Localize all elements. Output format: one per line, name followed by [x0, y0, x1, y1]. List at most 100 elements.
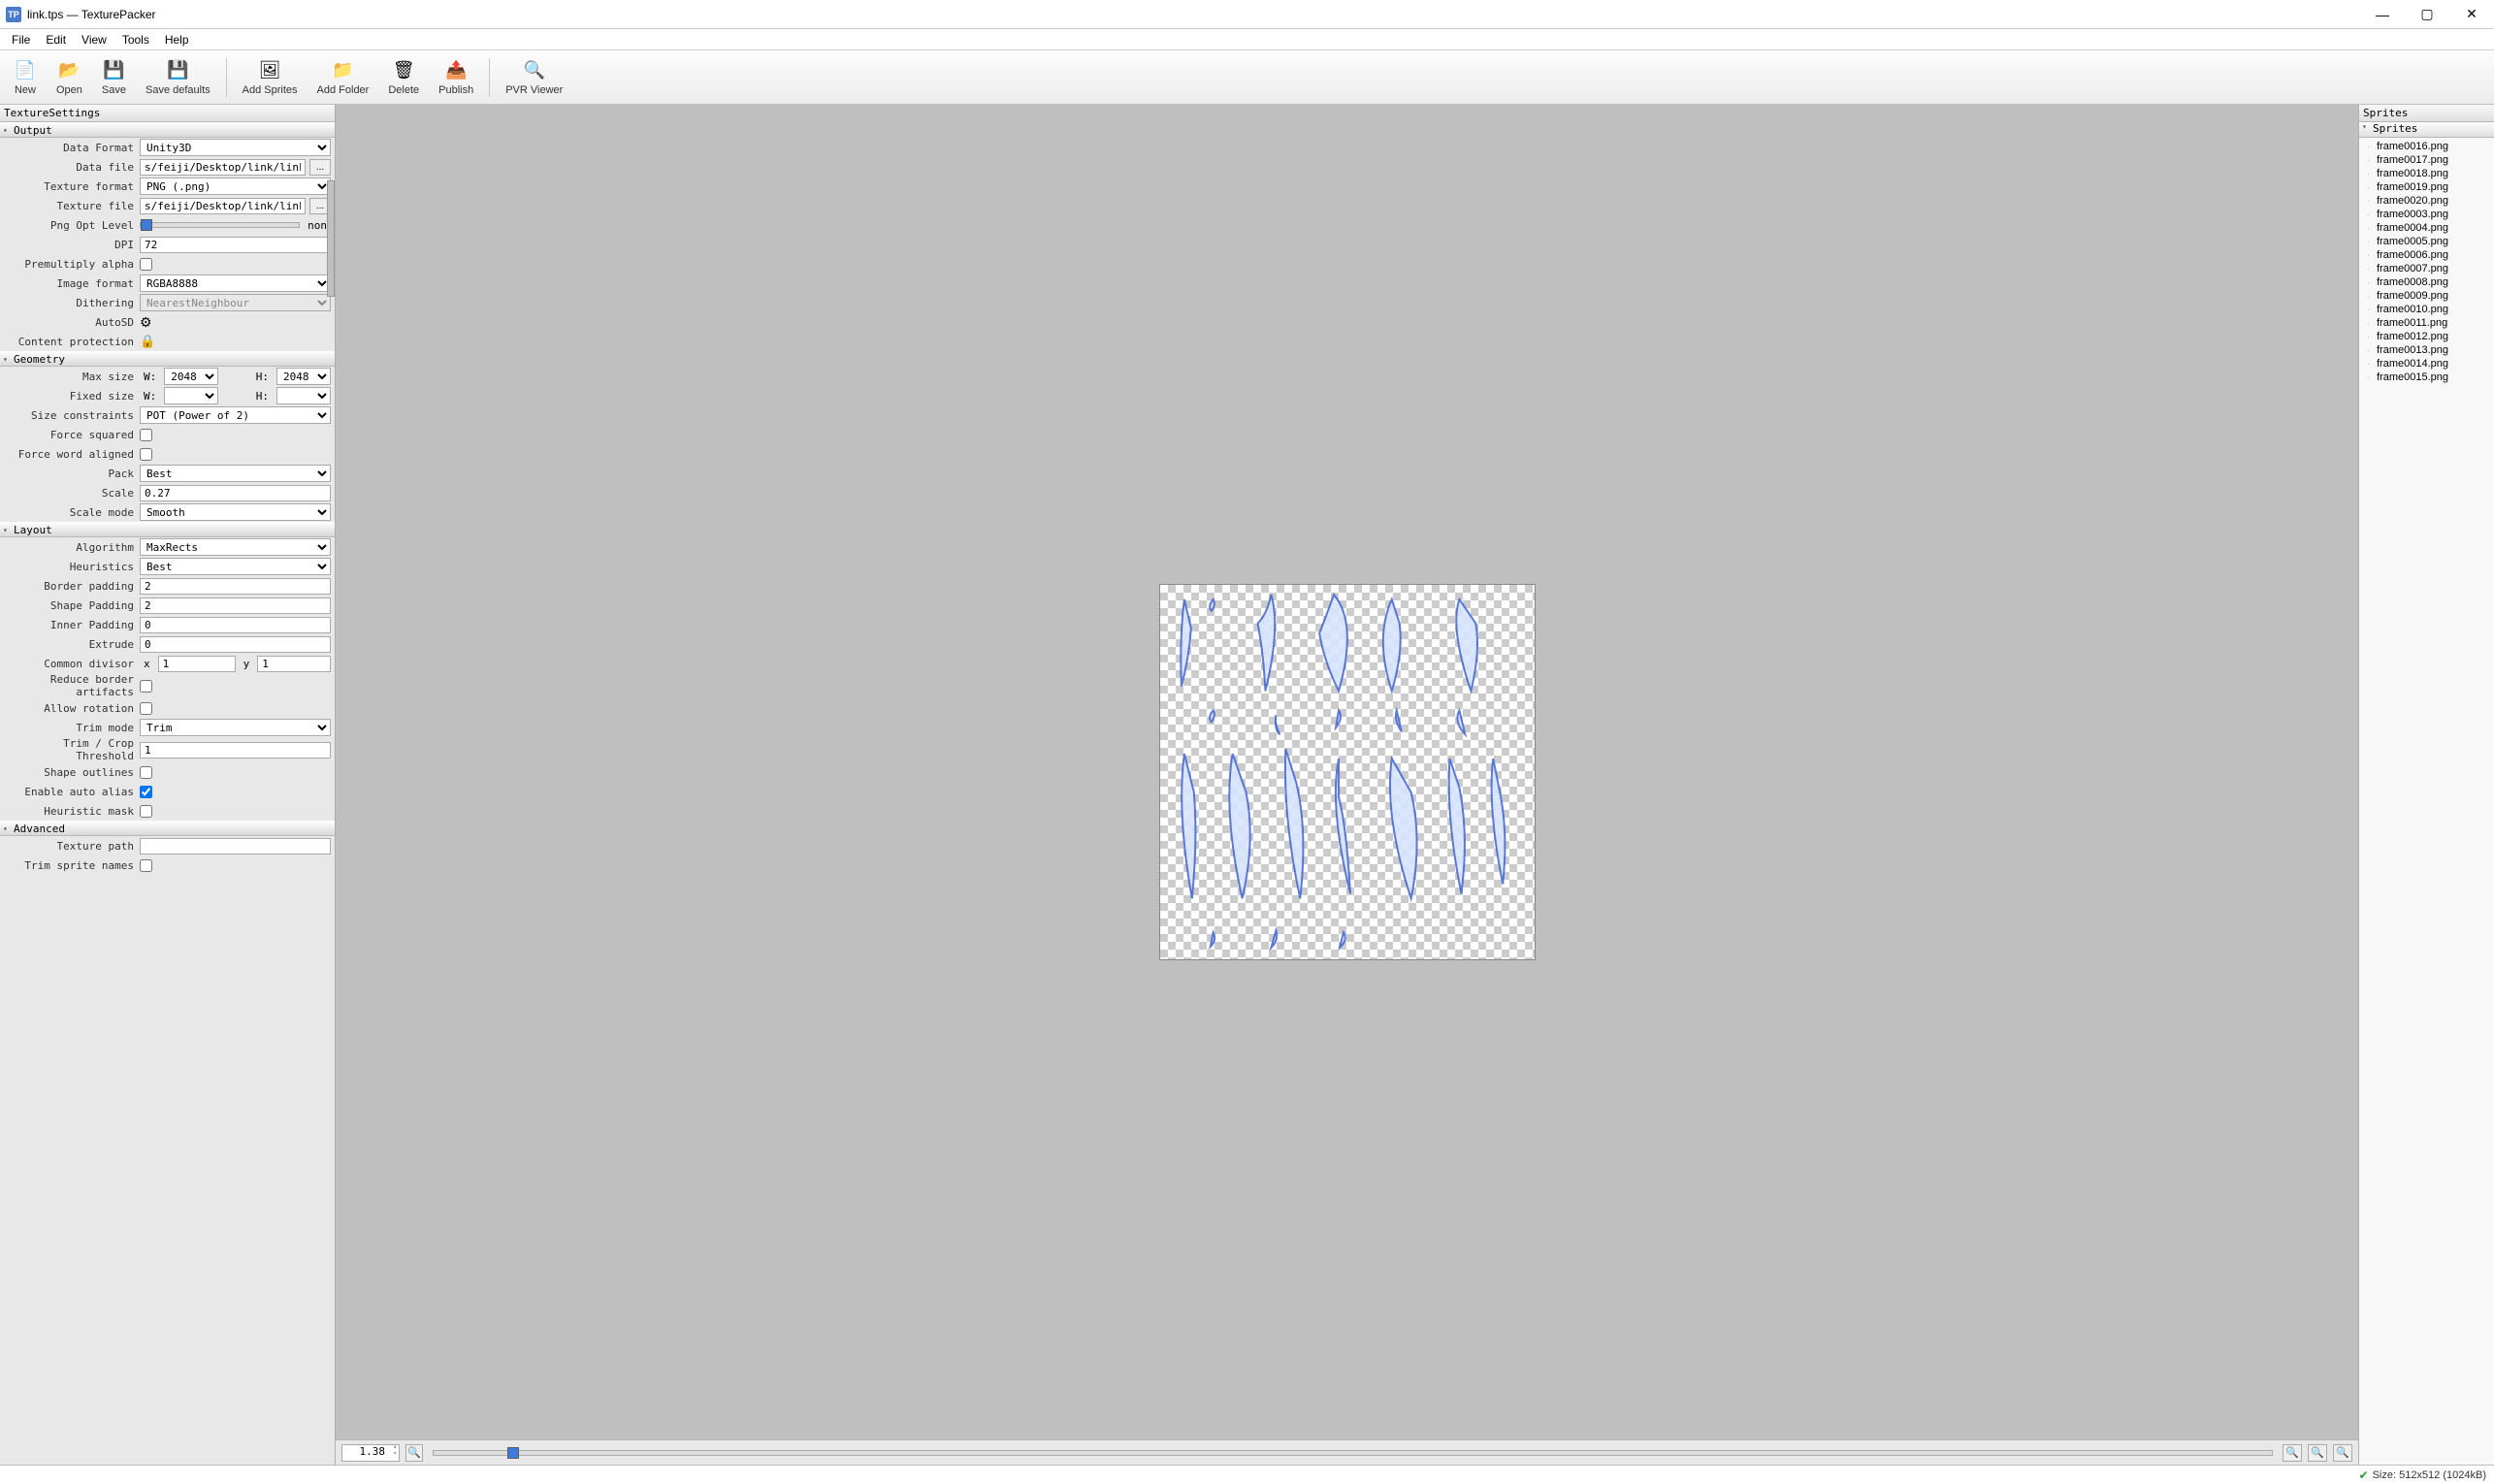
window-title: link.tps — TexturePacker — [27, 8, 2360, 21]
zoom-in-button[interactable]: 🔍 — [2333, 1444, 2352, 1462]
menu-help[interactable]: Help — [157, 30, 197, 49]
section-geometry[interactable]: Geometry — [0, 351, 335, 367]
lock-icon[interactable]: 🔒 — [140, 334, 155, 349]
texture-format-select[interactable]: PNG (.png) — [140, 177, 331, 195]
add-folder-button[interactable]: 📁Add Folder — [308, 55, 379, 100]
scale-input[interactable] — [140, 485, 331, 501]
add-sprites-button[interactable]: 🖼Add Sprites — [233, 55, 308, 100]
data-format-select[interactable]: Unity3D — [140, 139, 331, 156]
allow-rotation-checkbox[interactable] — [140, 702, 152, 715]
list-item[interactable]: frame0004.png — [2377, 221, 2494, 235]
dithering-select[interactable]: NearestNeighbour — [140, 294, 331, 311]
label-algorithm: Algorithm — [4, 541, 140, 554]
shape-outlines-checkbox[interactable] — [140, 766, 152, 779]
force-word-aligned-checkbox[interactable] — [140, 448, 152, 461]
list-item[interactable]: frame0005.png — [2377, 235, 2494, 248]
heuristic-mask-checkbox[interactable] — [140, 805, 152, 818]
menu-edit[interactable]: Edit — [38, 30, 74, 49]
list-item[interactable]: frame0014.png — [2377, 357, 2494, 371]
force-squared-checkbox[interactable] — [140, 429, 152, 441]
label-shape-padding: Shape Padding — [4, 599, 140, 612]
border-padding-input[interactable] — [140, 578, 331, 595]
list-item[interactable]: frame0012.png — [2377, 330, 2494, 343]
open-button[interactable]: 📂Open — [47, 55, 92, 100]
close-button[interactable]: ✕ — [2449, 0, 2494, 29]
algorithm-select[interactable]: MaxRects — [140, 538, 331, 556]
sprites-tree-header[interactable]: Sprites — [2359, 122, 2494, 138]
zoom-slider[interactable] — [433, 1450, 2273, 1456]
publish-button[interactable]: 📤Publish — [429, 55, 483, 100]
trim-sprite-names-checkbox[interactable] — [140, 859, 152, 872]
fixed-w-select[interactable] — [164, 387, 218, 404]
reduce-border-checkbox[interactable] — [140, 680, 152, 693]
status-bar: ✔ Size: 512x512 (1024kB) — [0, 1465, 2494, 1484]
list-item[interactable]: frame0018.png — [2377, 167, 2494, 180]
maximize-button[interactable]: ▢ — [2405, 0, 2449, 29]
publish-icon: 📤 — [444, 59, 468, 82]
scale-mode-select[interactable]: Smooth — [140, 503, 331, 521]
list-item[interactable]: frame0015.png — [2377, 371, 2494, 384]
max-h-select[interactable]: 2048 — [276, 368, 331, 385]
list-item[interactable]: frame0007.png — [2377, 262, 2494, 275]
label-force-word-aligned: Force word aligned — [4, 448, 140, 461]
label-reduce-border: Reduce border artifacts — [4, 673, 140, 698]
zoom-fit-button[interactable]: 🔍 — [405, 1444, 423, 1462]
common-divisor-x-input[interactable] — [158, 656, 236, 672]
zoom-actual-button[interactable]: 🔍 — [2308, 1444, 2327, 1462]
section-layout[interactable]: Layout — [0, 522, 335, 537]
trim-mode-select[interactable]: Trim — [140, 719, 331, 736]
zoom-value-input[interactable]: 1.38 — [341, 1444, 400, 1462]
list-item[interactable]: frame0008.png — [2377, 275, 2494, 289]
zoom-out-button[interactable]: 🔍 — [2283, 1444, 2302, 1462]
minimize-button[interactable]: — — [2360, 0, 2405, 29]
new-button[interactable]: 📄New — [4, 55, 47, 100]
list-item[interactable]: frame0006.png — [2377, 248, 2494, 262]
menu-view[interactable]: View — [74, 30, 114, 49]
gear-icon[interactable]: ⚙ — [140, 314, 152, 331]
size-constraints-select[interactable]: POT (Power of 2) — [140, 406, 331, 424]
data-file-browse-button[interactable]: ... — [309, 159, 331, 176]
shape-padding-input[interactable] — [140, 597, 331, 614]
texture-viewport[interactable] — [336, 105, 2358, 1439]
new-label: New — [15, 84, 36, 96]
scrollbar[interactable] — [327, 180, 335, 297]
premultiply-checkbox[interactable] — [140, 258, 152, 271]
trim-threshold-input[interactable] — [140, 742, 331, 758]
pvr-viewer-button[interactable]: 🔍PVR Viewer — [496, 55, 572, 100]
list-item[interactable]: frame0009.png — [2377, 289, 2494, 303]
extrude-input[interactable] — [140, 636, 331, 653]
menu-file[interactable]: File — [4, 30, 38, 49]
section-output[interactable]: Output — [0, 122, 335, 138]
fixed-h-select[interactable] — [276, 387, 331, 404]
list-item[interactable]: frame0003.png — [2377, 208, 2494, 221]
max-w-select[interactable]: 2048 — [164, 368, 218, 385]
label-w: W: — [140, 371, 160, 383]
list-item[interactable]: frame0020.png — [2377, 194, 2494, 208]
list-item[interactable]: frame0016.png — [2377, 140, 2494, 153]
auto-alias-checkbox[interactable] — [140, 786, 152, 798]
list-item[interactable]: frame0011.png — [2377, 316, 2494, 330]
common-divisor-y-input[interactable] — [257, 656, 331, 672]
list-item[interactable]: frame0010.png — [2377, 303, 2494, 316]
dpi-input[interactable] — [140, 237, 331, 253]
sprites-list: frame0016.pngframe0017.pngframe0018.pngf… — [2359, 138, 2494, 384]
save-defaults-label: Save defaults — [146, 84, 211, 96]
save-button[interactable]: 💾Save — [92, 55, 136, 100]
data-file-input[interactable] — [140, 159, 306, 176]
heuristics-select[interactable]: Best — [140, 558, 331, 575]
list-item[interactable]: frame0017.png — [2377, 153, 2494, 167]
save-defaults-button[interactable]: 💾Save defaults — [136, 55, 220, 100]
image-format-select[interactable]: RGBA8888 — [140, 274, 331, 292]
list-item[interactable]: frame0013.png — [2377, 343, 2494, 357]
delete-button[interactable]: 🗑Delete — [378, 55, 429, 100]
png-opt-slider[interactable] — [140, 222, 300, 228]
list-item[interactable]: frame0019.png — [2377, 180, 2494, 194]
inner-padding-input[interactable] — [140, 617, 331, 633]
save-label: Save — [102, 84, 126, 96]
menu-tools[interactable]: Tools — [114, 30, 157, 49]
texture-file-input[interactable] — [140, 198, 306, 214]
section-advanced[interactable]: Advanced — [0, 821, 335, 836]
label-trim-sprite-names: Trim sprite names — [4, 859, 140, 872]
pack-select[interactable]: Best — [140, 465, 331, 482]
texture-path-input[interactable] — [140, 838, 331, 855]
